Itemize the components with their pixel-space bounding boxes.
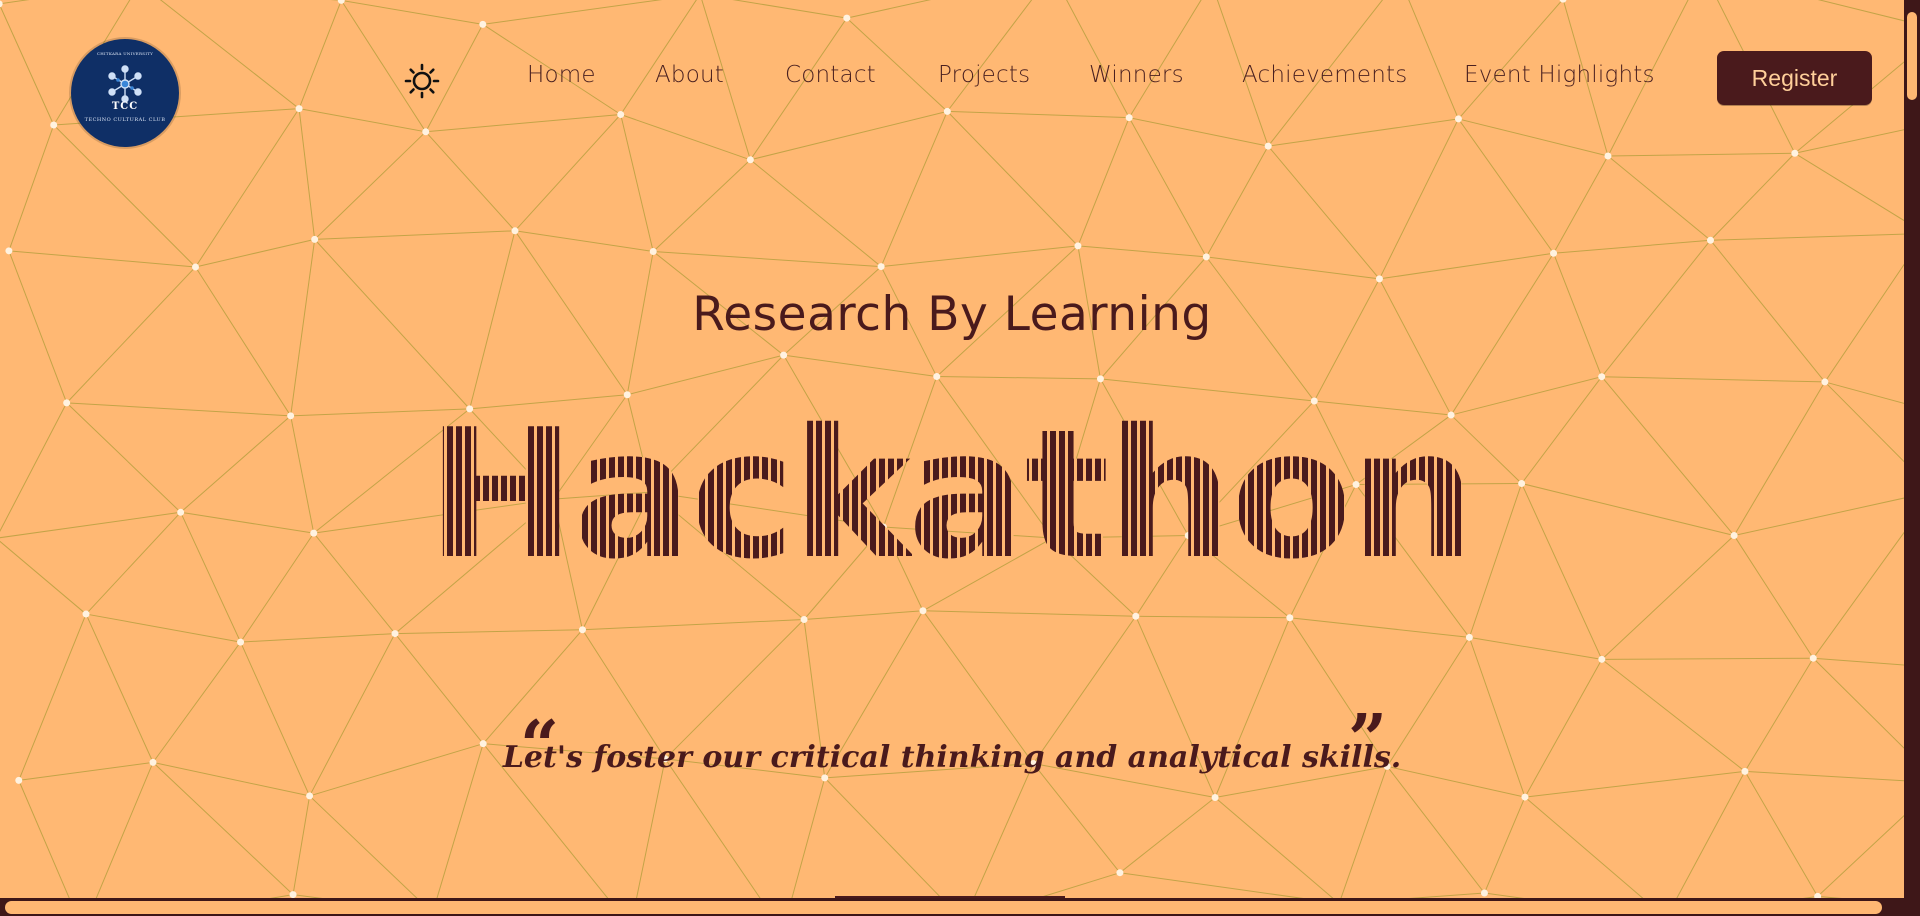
nav-about[interactable]: About: [655, 62, 724, 88]
logo-abbreviation: TCC: [111, 101, 139, 112]
nav-event-highlights[interactable]: Event Highlights: [1464, 62, 1655, 88]
nav-home[interactable]: Home: [527, 62, 596, 88]
nav-projects[interactable]: Projects: [938, 62, 1030, 88]
nav-winners[interactable]: Winners: [1089, 62, 1184, 88]
club-logo[interactable]: CHITKARA UNIVERSITY TCC TECHNO CULTURAL …: [71, 39, 179, 147]
register-button[interactable]: Register: [1717, 51, 1872, 105]
nav-contact[interactable]: Contact: [785, 62, 876, 88]
hero-subtitle: Research By Learning: [692, 287, 1212, 342]
logo-club-name: TECHNO CULTURAL CLUB: [84, 117, 166, 123]
snowflake-network-icon: [108, 65, 142, 103]
close-quote-mark: ”: [1348, 700, 1388, 780]
hero-quote: Let's foster our critical thinking and a…: [502, 740, 1402, 775]
theme-toggle-button[interactable]: [404, 63, 440, 99]
sun-icon: [404, 63, 440, 99]
hero-title: Hackathon: [375, 406, 1525, 584]
vertical-scroll-thumb[interactable]: [1907, 12, 1917, 100]
nav-achievements[interactable]: Achievements: [1242, 62, 1407, 88]
page: CHITKARA UNIVERSITY TCC TECHNO CULTURAL …: [0, 0, 1904, 900]
hero-title-text: Hackathon: [375, 406, 1525, 584]
horizontal-scroll-thumb[interactable]: [5, 901, 1882, 914]
vertical-scrollbar[interactable]: [1904, 0, 1920, 916]
